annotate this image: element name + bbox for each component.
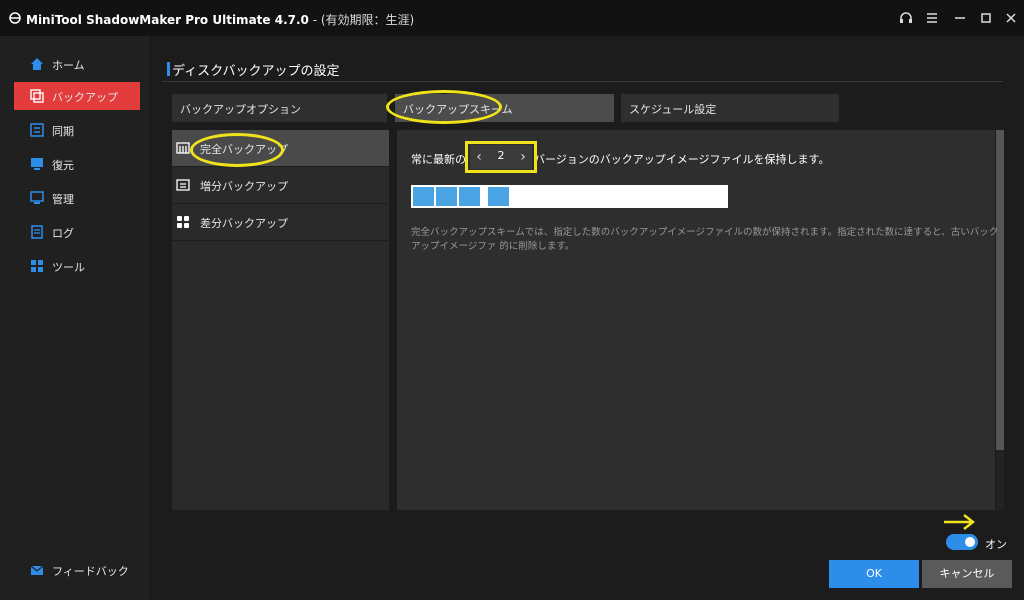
log-icon: [31, 225, 43, 239]
version-segment: [436, 187, 457, 206]
close-icon[interactable]: [1003, 10, 1019, 26]
feedback-link[interactable]: フィードバック: [14, 556, 140, 584]
tab-label: バックアップオプション: [180, 103, 301, 116]
sidebar-item-sync[interactable]: 同期: [14, 116, 140, 144]
scheme-label: 差分バックアップ: [200, 217, 288, 230]
version-count-value[interactable]: 2: [490, 149, 512, 162]
maximize-icon[interactable]: [978, 10, 994, 26]
keep-suffix: バージョンのバックアップイメージファイルを保持します。: [534, 153, 830, 166]
backup-icon: [30, 89, 44, 103]
toggle-label: オン: [985, 538, 1007, 551]
page-title: ディスクバックアップの設定: [172, 64, 340, 79]
feedback-label: フィードバック: [52, 565, 129, 578]
minimize-icon[interactable]: [952, 10, 968, 26]
version-segment: [459, 187, 480, 206]
scheme-description: 完全バックアップスキームでは、指定した数のバックアップイメージファイルの数が保持…: [411, 227, 999, 252]
scheme-full-backup[interactable]: 完全バックアップ: [172, 130, 389, 167]
detail-scrollbar[interactable]: [996, 130, 1004, 510]
sidebar-item-label: ログ: [52, 227, 74, 240]
version-bar: [411, 185, 728, 208]
scheme-differential-backup[interactable]: 差分バックアップ: [172, 204, 389, 241]
toggle-knob: [965, 537, 975, 547]
title-divider: [162, 81, 1003, 82]
scheme-list: 完全バックアップ 増分バックアップ 差分バックアップ: [172, 130, 389, 510]
manage-icon: [30, 191, 44, 204]
decrement-button[interactable]: ‹: [470, 145, 488, 169]
scheme-label: 増分バックアップ: [200, 180, 288, 193]
version-segment: [413, 187, 434, 206]
license-text: - (有効期限：生涯): [308, 13, 415, 27]
title-accent: [167, 62, 170, 76]
scheme-incremental-backup[interactable]: 増分バックアップ: [172, 167, 389, 204]
tab-backup-scheme[interactable]: バックアップスキーム: [395, 94, 614, 122]
ok-button[interactable]: OK: [829, 560, 919, 588]
incremental-backup-icon: [176, 179, 190, 191]
full-backup-icon: [176, 142, 190, 154]
tab-schedule[interactable]: スケジュール設定: [621, 94, 839, 122]
sidebar-item-log[interactable]: ログ: [14, 218, 140, 246]
app-logo-icon: [9, 12, 21, 24]
sidebar-item-label: ホーム: [52, 59, 85, 72]
sidebar-item-label: 復元: [52, 159, 74, 172]
mail-icon: [30, 565, 44, 575]
window-title: MiniTool ShadowMaker Pro Ultimate 4.7.0 …: [26, 11, 414, 28]
cancel-button[interactable]: キャンセル: [922, 560, 1012, 588]
sidebar-item-tools[interactable]: ツール: [14, 252, 140, 280]
title-bar: MiniTool ShadowMaker Pro Ultimate 4.7.0 …: [0, 0, 1024, 36]
sidebar-item-home[interactable]: ホーム: [14, 50, 140, 78]
version-count-stepper: ‹ 2 ›: [470, 145, 532, 169]
sidebar-item-label: ツール: [52, 261, 85, 274]
menu-icon[interactable]: [924, 10, 940, 26]
scheme-label: 完全バックアップ: [200, 143, 288, 156]
app-title: MiniTool ShadowMaker Pro Ultimate 4.7.0: [26, 13, 309, 27]
scroll-thumb[interactable]: [996, 130, 1004, 450]
home-icon: [31, 58, 43, 70]
sidebar-item-restore[interactable]: 復元: [14, 150, 140, 178]
sidebar-item-label: バックアップ: [52, 91, 118, 104]
sync-icon: [30, 123, 44, 137]
keep-prefix: 常に最新の: [411, 153, 466, 166]
sidebar-item-backup[interactable]: バックアップ: [14, 82, 140, 110]
scheme-toggle[interactable]: [946, 534, 978, 550]
tab-backup-options[interactable]: バックアップオプション: [172, 94, 387, 122]
sidebar-item-manage[interactable]: 管理: [14, 184, 140, 212]
increment-button[interactable]: ›: [514, 145, 532, 169]
headset-icon[interactable]: [898, 10, 914, 26]
version-segment: [488, 187, 509, 206]
arrow-annotation: [944, 514, 976, 530]
restore-icon: [31, 158, 43, 170]
tools-icon: [31, 260, 43, 272]
differential-backup-icon: [177, 216, 189, 228]
tab-label: バックアップスキーム: [403, 103, 513, 116]
sidebar-item-label: 管理: [52, 193, 74, 206]
tab-label: スケジュール設定: [629, 103, 717, 116]
sidebar-item-label: 同期: [52, 125, 74, 138]
